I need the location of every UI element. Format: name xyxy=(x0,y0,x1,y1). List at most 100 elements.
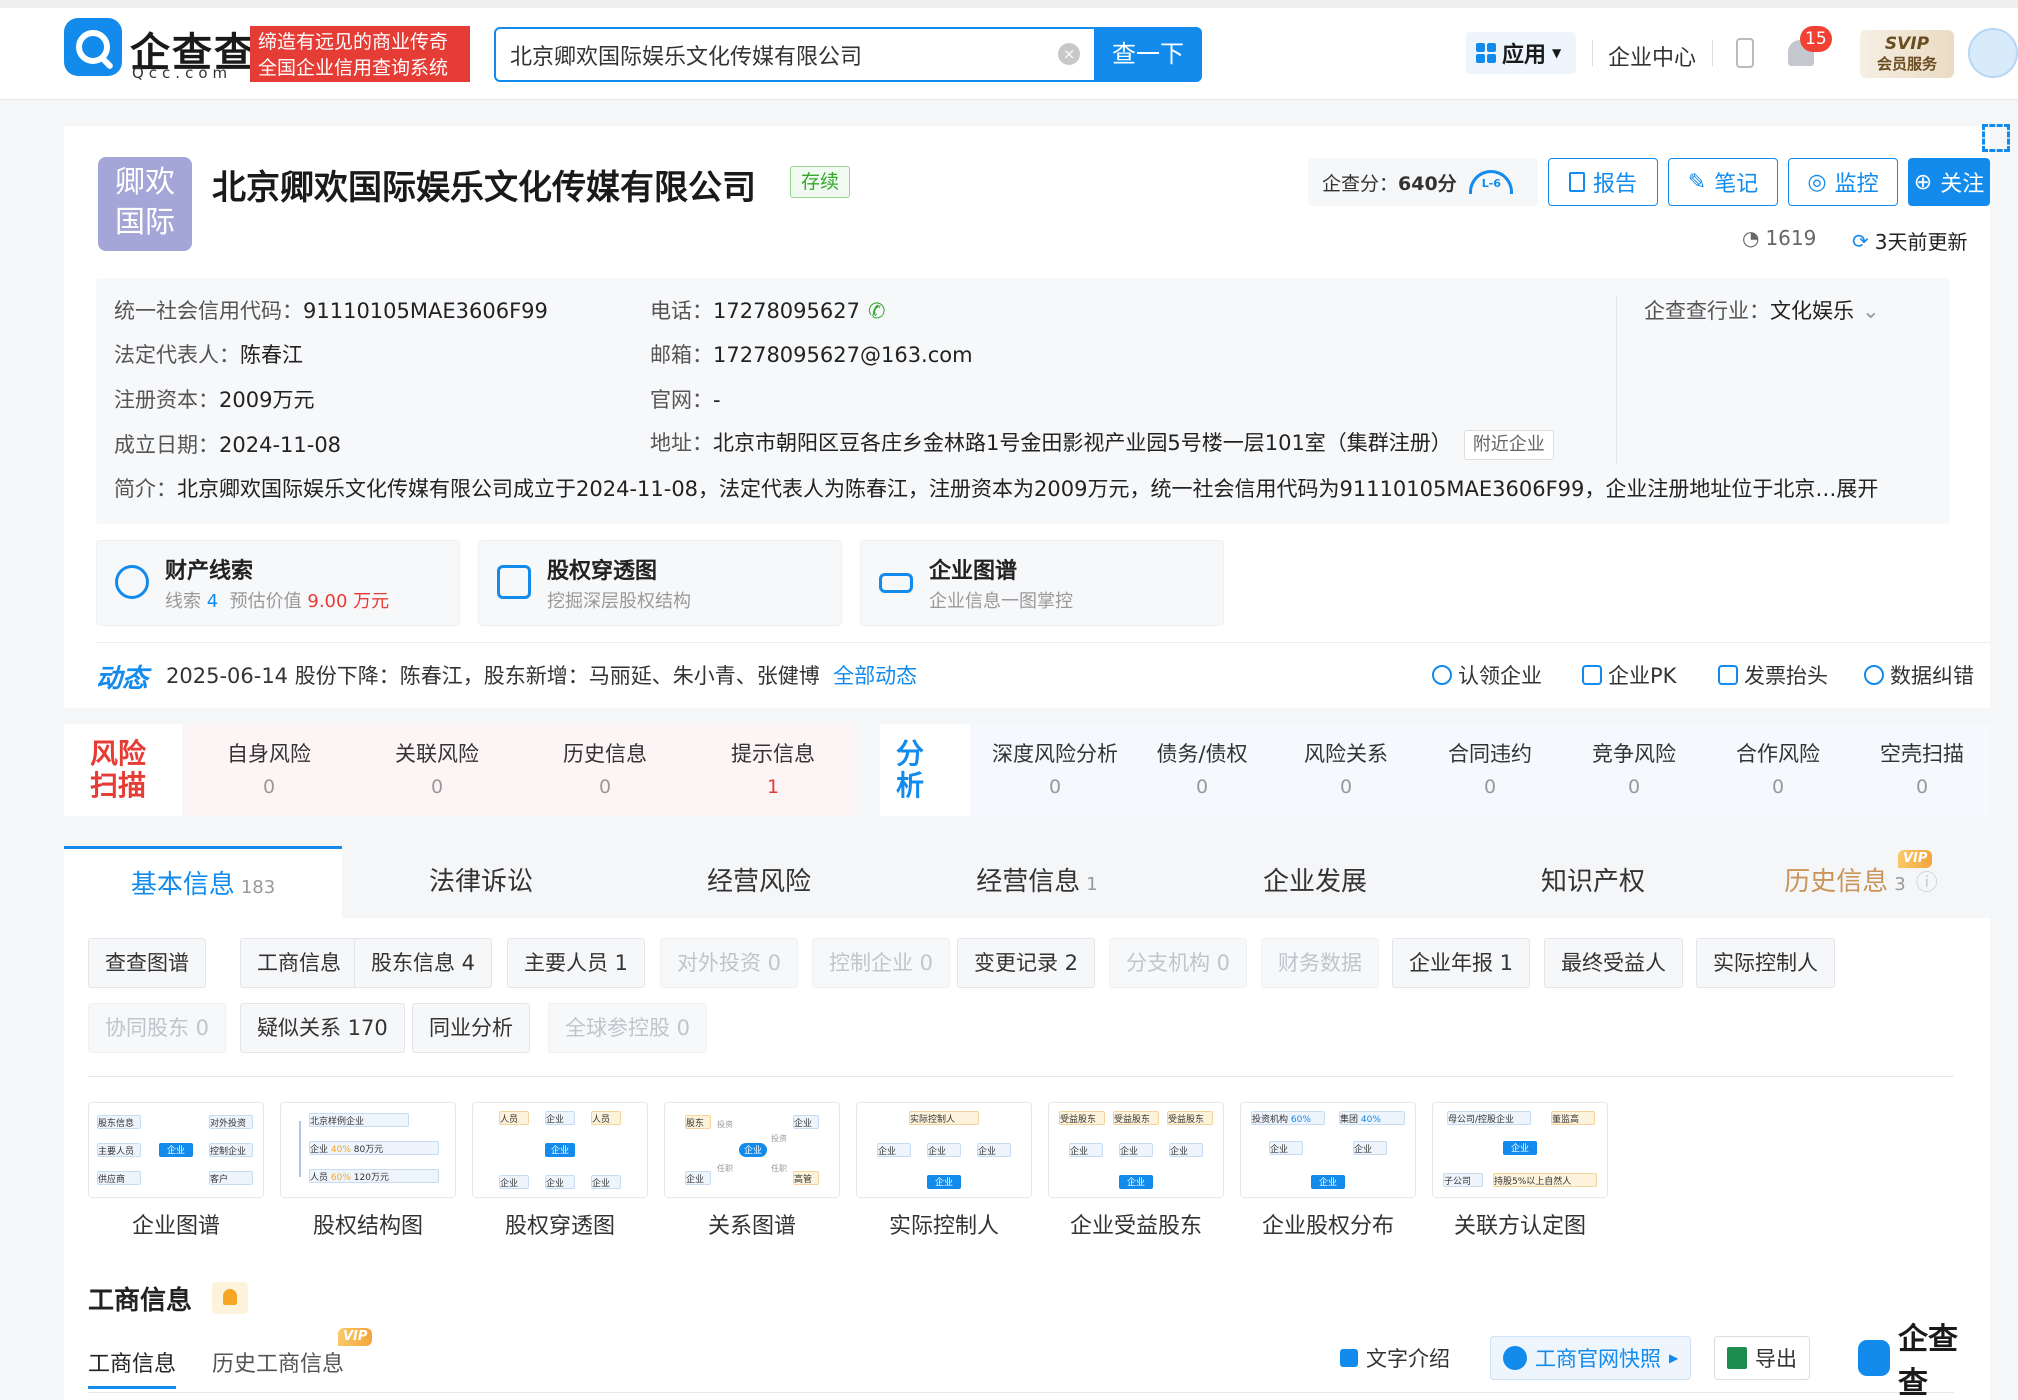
official-snapshot-button[interactable]: 工商官网快照 ▶ xyxy=(1490,1336,1692,1380)
thumb-label[interactable]: 企业受益股东 xyxy=(1048,1208,1224,1240)
tab-count: 3 xyxy=(1894,874,1906,895)
thumb-label[interactable]: 关系图谱 xyxy=(664,1208,840,1240)
feature-sub: 线索 4 预估价值 9.00 万元 xyxy=(165,587,389,613)
phone-value[interactable]: 17278095627 xyxy=(713,299,860,323)
chip[interactable]: 主要人员 1 xyxy=(507,938,646,988)
chip[interactable]: 疑似关系 170 xyxy=(240,1003,405,1053)
chip[interactable]: 查查图谱 xyxy=(88,938,206,988)
company-pk-link[interactable]: 企业PK xyxy=(1582,660,1676,690)
chip[interactable]: 最终受益人 xyxy=(1544,938,1683,988)
monitor-button[interactable]: ◎ 监控 xyxy=(1788,158,1898,206)
analysis-item[interactable]: 深度风险分析 0 xyxy=(975,738,1135,798)
risk-history[interactable]: 历史信息 0 xyxy=(530,738,680,798)
subscribe-bell-icon[interactable] xyxy=(212,1282,248,1314)
qrcode-icon[interactable] xyxy=(1982,124,2010,152)
nav-enterprise-center[interactable]: 企业中心 xyxy=(1608,40,1696,72)
search-input[interactable] xyxy=(510,29,1030,80)
thumb-label[interactable]: 企业股权分布 xyxy=(1240,1208,1416,1240)
risk-related[interactable]: 关联风险 0 xyxy=(362,738,512,798)
analysis-item[interactable]: 竞争风险 0 xyxy=(1569,738,1699,798)
analysis-item[interactable]: 合作风险 0 xyxy=(1713,738,1843,798)
address-label: 地址： xyxy=(650,431,713,455)
clear-icon[interactable]: × xyxy=(1058,43,1080,65)
thumb-label[interactable]: 企业图谱 xyxy=(88,1208,264,1240)
thumb-label[interactable]: 实际控制人 xyxy=(856,1208,1032,1240)
risk-tips[interactable]: 提示信息 1 xyxy=(698,738,848,798)
thumb-label[interactable]: 关联方认定图 xyxy=(1432,1208,1608,1240)
chip[interactable]: 同业分析 xyxy=(412,1003,530,1053)
expand-link[interactable]: 展开 xyxy=(1836,477,1878,501)
chip[interactable]: 实际控制人 xyxy=(1696,938,1835,988)
company-name[interactable]: 北京卿欢国际娱乐文化传媒有限公司 xyxy=(212,160,756,209)
all-dynamics-link[interactable]: 全部动态 xyxy=(833,664,917,688)
clue-count: 4 xyxy=(206,591,219,612)
thumb-label[interactable]: 股权穿透图 xyxy=(472,1208,648,1240)
analysis-item[interactable]: 债务/债权 0 xyxy=(1137,738,1267,798)
thumb-beneficiary[interactable]: 受益股东 受益股东 受益股东 企业 企业 企业 企业 xyxy=(1048,1102,1224,1198)
text-intro-button[interactable]: 文字介绍 xyxy=(1328,1336,1462,1380)
thumb-equity-structure[interactable]: 北京样例企业 企业 40% 80万元 人员 60% 120万元 xyxy=(280,1102,456,1198)
thumb-node: 企业 xyxy=(1353,1141,1387,1155)
feature-enterprise-graph[interactable]: 企业图谱 企业信息一图掌控 xyxy=(860,540,1224,626)
chip[interactable]: 工商信息 xyxy=(240,938,358,988)
legal-rep-link[interactable]: 陈春江 xyxy=(240,343,303,367)
feature-equity-penetration[interactable]: 股权穿透图 挖掘深层股权结构 xyxy=(478,540,842,626)
follow-button[interactable]: ⊕ 关注 xyxy=(1908,158,1990,206)
tab-operating-risk[interactable]: 经营风险 xyxy=(620,846,898,918)
thumb-actual-controller[interactable]: 实际控制人 企业 企业 企业 企业 xyxy=(856,1102,1032,1198)
thumb-node: 企业 xyxy=(499,1175,529,1189)
credit-code-value[interactable]: 91110105MAE3606F99 xyxy=(303,299,548,323)
website-value: - xyxy=(713,388,721,412)
avatar[interactable] xyxy=(1968,28,2018,78)
export-button[interactable]: 导出 xyxy=(1714,1336,1810,1380)
notes-button[interactable]: ✎ 笔记 xyxy=(1668,158,1778,206)
data-correction-link[interactable]: 数据纠错 xyxy=(1864,660,1974,690)
analysis-item[interactable]: 风险关系 0 xyxy=(1281,738,1411,798)
risk-value: 0 xyxy=(430,776,444,798)
status-badge: 存续 xyxy=(790,166,851,198)
chip[interactable]: 股东信息 4 xyxy=(354,938,493,988)
slogan-line2: 全国企业信用查询系统 xyxy=(258,57,449,79)
analysis-value: 0 xyxy=(1627,776,1641,798)
svip-button[interactable]: SVIP 会员服务 xyxy=(1860,30,1954,78)
thumb-label[interactable]: 股权结构图 xyxy=(280,1208,456,1240)
thumb-relation-graph[interactable]: 股东 投资 企业 企业 投资 企业 任职 任职 高管 xyxy=(664,1102,840,1198)
mobile-icon[interactable] xyxy=(1736,38,1754,68)
industry-row[interactable]: 企查查行业：文化娱乐 ⌄ xyxy=(1644,296,1880,326)
legal-rep-label: 法定代表人： xyxy=(114,343,240,367)
risk-self[interactable]: 自身风险 0 xyxy=(194,738,344,798)
phone-call-icon[interactable]: ✆ xyxy=(868,299,886,323)
chip[interactable]: 变更记录 2 xyxy=(957,938,1096,988)
tab-basic-info[interactable]: 基本信息 183 xyxy=(64,846,342,918)
thumb-equity-penetration[interactable]: 人员 企业 人员 企业 企业 企业 企业 xyxy=(472,1102,648,1198)
feature-asset-clues[interactable]: 财产线索 线索 4 预估价值 9.00 万元 xyxy=(96,540,460,626)
tab-label: 知识产权 xyxy=(1540,867,1645,897)
analysis-label: 空壳扫描 xyxy=(1880,742,1964,766)
invoice-title-link[interactable]: 发票抬头 xyxy=(1718,660,1828,690)
chip[interactable]: 企业年报 1 xyxy=(1392,938,1531,988)
qcc-score[interactable]: 企查分： 640分 L-6 xyxy=(1308,158,1538,206)
tab-ip[interactable]: 知识产权 xyxy=(1454,846,1732,918)
thumb-related-party[interactable]: 母公司/控股企业 董监高 企业 子公司 持股5%以上自然人 xyxy=(1432,1102,1608,1198)
claim-label: 认领企业 xyxy=(1458,664,1542,688)
analysis-item[interactable]: 空壳扫描 0 xyxy=(1857,738,1987,798)
thumb-enterprise-graph[interactable]: 股东信息 对外投资 主要人员 企业 控制企业 供应商 客户 xyxy=(88,1102,264,1198)
thumb-node: 企业 xyxy=(545,1111,575,1125)
analysis-item[interactable]: 合同违约 0 xyxy=(1425,738,1555,798)
subtab-history-business-info[interactable]: 历史工商信息 xyxy=(212,1346,344,1378)
tab-legal[interactable]: 法律诉讼 xyxy=(342,846,620,918)
phone-label: 电话： xyxy=(650,299,713,323)
search-button[interactable]: 查一下 xyxy=(1094,27,1202,82)
report-button[interactable]: 报告 xyxy=(1548,158,1658,206)
subtab-business-info[interactable]: 工商信息 xyxy=(88,1346,177,1389)
nearby-companies-button[interactable]: 附近企业 xyxy=(1463,430,1554,460)
thumb-equity-distribution[interactable]: 投资机构 60% 集团 40% 企业 企业 企业 xyxy=(1240,1102,1416,1198)
tab-history[interactable]: 历史信息 3 ⓘ xyxy=(1732,846,1990,918)
claim-company-link[interactable]: 认领企业 xyxy=(1432,660,1542,690)
tab-operating-info[interactable]: 经营信息 1 xyxy=(898,846,1176,918)
tab-development[interactable]: 企业发展 xyxy=(1176,846,1454,918)
info-icon[interactable]: ⓘ xyxy=(1916,871,1938,896)
qcc-logo-icon[interactable] xyxy=(64,18,122,76)
email-value[interactable]: 17278095627@163.com xyxy=(713,343,973,367)
nav-app-dropdown[interactable]: 应用 ▼ xyxy=(1466,32,1576,74)
